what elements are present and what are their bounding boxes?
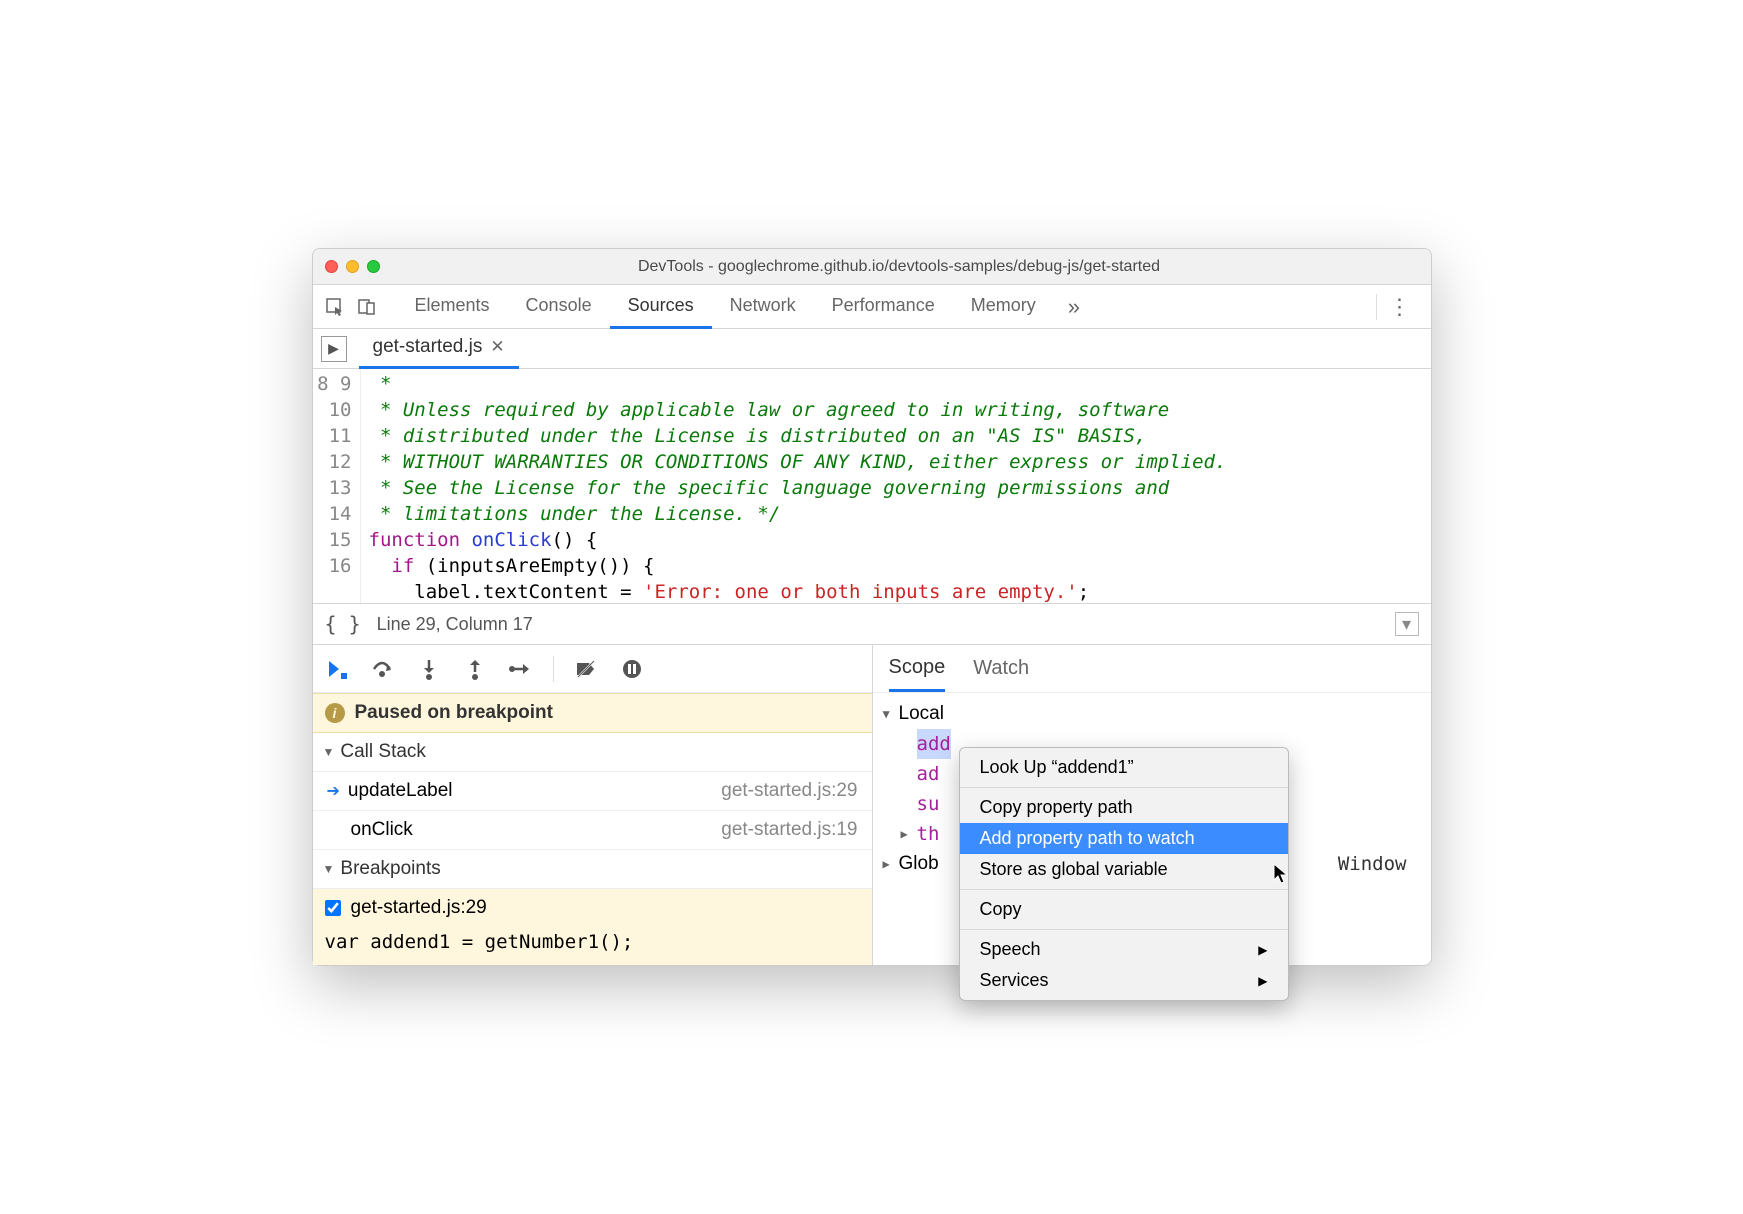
file-tab[interactable]: get-started.js ✕	[359, 328, 519, 369]
call-stack-frame[interactable]: ➔ updateLabel get-started.js:29	[313, 772, 872, 811]
breakpoint-checkbox[interactable]	[325, 900, 341, 916]
file-tab-bar: ▶ get-started.js ✕	[313, 329, 1431, 369]
cursor-position: Line 29, Column 17	[377, 614, 533, 635]
tabs-overflow-icon[interactable]: »	[1054, 294, 1094, 320]
triangle-right-icon: ▶	[883, 849, 899, 879]
breakpoint-item[interactable]: get-started.js:29	[313, 889, 872, 927]
menu-item-speech[interactable]: Speech▶	[960, 934, 1288, 965]
triangle-down-icon: ▼	[323, 862, 335, 876]
tab-console[interactable]: Console	[508, 285, 610, 329]
debugger-left-panel: i Paused on breakpoint ▼ Call Stack ➔ up…	[313, 645, 873, 965]
settings-menu-icon[interactable]: ⋮	[1376, 294, 1423, 320]
variable-name: th	[917, 819, 940, 849]
debugger-toolbar	[313, 645, 872, 693]
menu-item-add-watch[interactable]: Add property path to watch	[960, 823, 1288, 854]
menu-item-lookup[interactable]: Look Up “addend1”	[960, 752, 1288, 783]
menu-item-copy-path[interactable]: Copy property path	[960, 792, 1288, 823]
cursor-icon	[1273, 863, 1289, 890]
menu-item-services[interactable]: Services▶	[960, 965, 1288, 996]
paused-banner: i Paused on breakpoint	[313, 693, 872, 733]
submenu-arrow-icon: ▶	[1258, 974, 1267, 988]
call-stack-label: Call Stack	[340, 741, 426, 763]
tab-watch[interactable]: Watch	[973, 647, 1029, 690]
code-line: *	[369, 373, 392, 395]
current-frame-icon: ➔	[327, 781, 340, 801]
inspect-element-icon[interactable]	[321, 293, 349, 321]
code-line: function onClick() {	[369, 529, 598, 551]
scope-global-value: Window	[1338, 849, 1421, 879]
step-icon[interactable]	[507, 655, 535, 683]
editor-statusbar: { } Line 29, Column 17 ▾	[313, 603, 1431, 645]
frame-location: get-started.js:19	[721, 819, 857, 841]
window-title: DevTools - googlechrome.github.io/devtoo…	[380, 258, 1419, 276]
deactivate-breakpoints-icon[interactable]	[572, 655, 600, 683]
resume-icon[interactable]	[323, 655, 351, 683]
code-line: if (inputsAreEmpty()) {	[369, 555, 655, 577]
file-tab-label: get-started.js	[373, 336, 483, 358]
tab-scope[interactable]: Scope	[889, 646, 946, 692]
tab-memory[interactable]: Memory	[953, 285, 1054, 329]
info-icon: i	[325, 703, 345, 723]
triangle-down-icon: ▼	[323, 745, 335, 759]
frame-name: updateLabel	[348, 780, 453, 802]
traffic-lights	[325, 260, 380, 273]
show-navigator-icon[interactable]: ▶	[321, 336, 347, 362]
breakpoint-file: get-started.js:29	[351, 897, 487, 919]
line-gutter: 8 9 10 11 12 13 14 15 16	[313, 369, 361, 603]
code-line: * distributed under the License is distr…	[369, 425, 1147, 447]
context-menu: Look Up “addend1” Copy property path Add…	[959, 747, 1289, 1001]
menu-item-copy[interactable]: Copy	[960, 894, 1288, 925]
step-out-icon[interactable]	[461, 655, 489, 683]
pretty-print-icon[interactable]: { }	[325, 612, 361, 636]
step-over-icon[interactable]	[369, 655, 397, 683]
step-into-icon[interactable]	[415, 655, 443, 683]
tab-sources[interactable]: Sources	[610, 285, 712, 329]
tab-performance[interactable]: Performance	[814, 285, 953, 329]
menu-item-store-global[interactable]: Store as global variable	[960, 854, 1288, 885]
scope-local-header[interactable]: ▼ Local	[873, 699, 1431, 729]
minimize-window-button[interactable]	[346, 260, 359, 273]
frame-location: get-started.js:29	[721, 780, 857, 802]
variable-name: add	[917, 729, 951, 759]
tab-elements[interactable]: Elements	[397, 285, 508, 329]
pause-exceptions-icon[interactable]	[618, 655, 646, 683]
main-tabs: Elements Console Sources Network Perform…	[397, 285, 1364, 329]
devtools-window: DevTools - googlechrome.github.io/devtoo…	[312, 248, 1432, 966]
code-line: * Unless required by applicable law or a…	[369, 399, 1170, 421]
device-toggle-icon[interactable]	[353, 293, 381, 321]
close-file-tab-icon[interactable]: ✕	[490, 337, 504, 357]
scope-global-label: Glob	[899, 849, 939, 879]
menu-separator	[960, 787, 1288, 788]
variable-name: ad	[917, 759, 940, 789]
statusbar-menu-icon[interactable]: ▾	[1395, 612, 1419, 636]
code-line: label.textContent = 'Error: one or both …	[369, 581, 1090, 603]
frame-name: onClick	[351, 819, 413, 841]
triangle-down-icon: ▼	[883, 699, 899, 729]
code-line: * WITHOUT WARRANTIES OR CONDITIONS OF AN…	[369, 451, 1227, 473]
breakpoint-code: var addend1 = getNumber1();	[313, 927, 872, 965]
tab-network[interactable]: Network	[712, 285, 814, 329]
paused-message: Paused on breakpoint	[355, 702, 553, 724]
variable-name: su	[917, 789, 940, 819]
call-stack-frame[interactable]: onClick get-started.js:19	[313, 811, 872, 850]
close-window-button[interactable]	[325, 260, 338, 273]
zoom-window-button[interactable]	[367, 260, 380, 273]
code-body[interactable]: * * Unless required by applicable law or…	[361, 369, 1431, 603]
titlebar: DevTools - googlechrome.github.io/devtoo…	[313, 249, 1431, 285]
menu-separator	[960, 889, 1288, 890]
toolbar-separator	[553, 656, 554, 682]
scope-watch-tabs: Scope Watch	[873, 645, 1431, 693]
code-editor[interactable]: 8 9 10 11 12 13 14 15 16 * * Unless requ…	[313, 369, 1431, 603]
triangle-right-icon: ▶	[901, 819, 917, 849]
code-line: * limitations under the License. */	[369, 503, 781, 525]
main-toolbar: Elements Console Sources Network Perform…	[313, 285, 1431, 329]
breakpoints-label: Breakpoints	[340, 858, 440, 880]
submenu-arrow-icon: ▶	[1258, 943, 1267, 957]
breakpoints-header[interactable]: ▼ Breakpoints	[313, 850, 872, 889]
scope-local-label: Local	[899, 699, 944, 729]
menu-separator	[960, 929, 1288, 930]
code-line: * See the License for the specific langu…	[369, 477, 1170, 499]
call-stack-header[interactable]: ▼ Call Stack	[313, 733, 872, 772]
